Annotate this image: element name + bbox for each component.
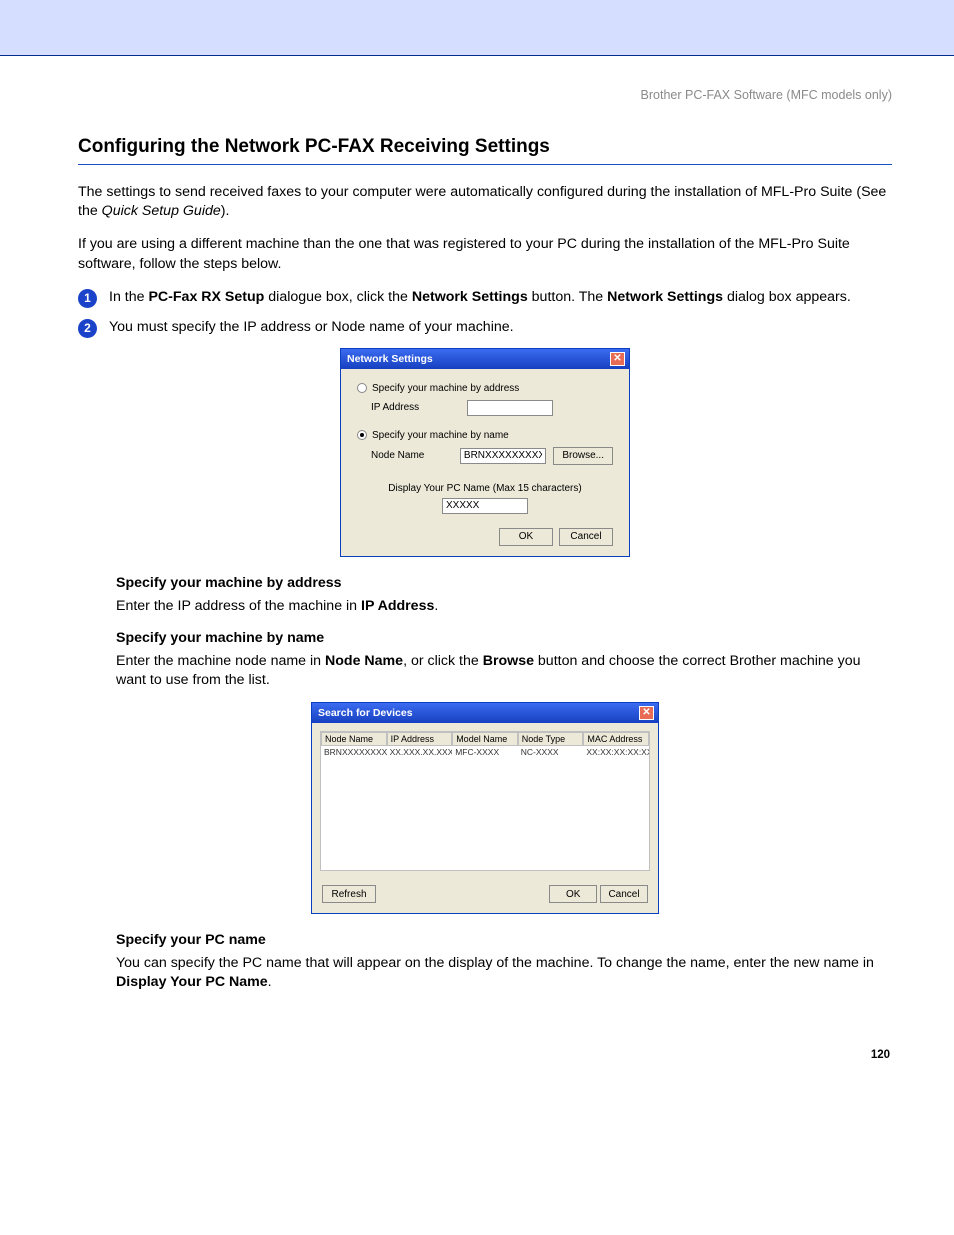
step1-t1: In the — [109, 289, 148, 305]
step-1-bullet: 1 — [78, 289, 97, 308]
ip-address-input[interactable] — [467, 400, 553, 416]
sec-addr-p2: . — [434, 598, 438, 614]
ip-address-label: IP Address — [371, 402, 467, 413]
radio-by-name-label: Specify your machine by name — [372, 430, 509, 441]
step1-b3: Network Settings — [607, 289, 723, 305]
col-model-name[interactable]: Model Name — [452, 732, 518, 746]
step-1-text: In the PC-Fax RX Setup dialogue box, cli… — [109, 288, 892, 307]
title-rule — [78, 164, 892, 165]
devices-list[interactable]: Node Name IP Address Model Name Node Typ… — [320, 731, 650, 871]
step-2-text: You must specify the IP address or Node … — [109, 318, 892, 337]
cancel-button[interactable]: Cancel — [600, 885, 648, 903]
close-icon[interactable]: ✕ — [639, 706, 654, 720]
dialog2-titlebar: Search for Devices ✕ — [312, 703, 658, 723]
node-name-label: Node Name — [371, 450, 460, 461]
radio-icon — [357, 430, 367, 440]
step1-t2: dialogue box, click the — [264, 289, 411, 305]
cancel-button[interactable]: Cancel — [559, 528, 613, 546]
sec-name-p2: , or click the — [403, 653, 483, 669]
cell-mac-address: XX:XX:XX:XX:XX:XX — [583, 746, 649, 758]
sec-name-b2: Browse — [483, 653, 534, 669]
col-ip-address[interactable]: IP Address — [387, 732, 453, 746]
intro1b: Quick Setup Guide — [102, 203, 221, 219]
step-1: 1 In the PC-Fax RX Setup dialogue box, c… — [78, 288, 892, 308]
sec-name-p1: Enter the machine node name in — [116, 653, 325, 669]
dialog-title: Network Settings — [347, 353, 433, 365]
page-number: 120 — [78, 1049, 890, 1061]
sec-addr-b1: IP Address — [361, 598, 434, 614]
step1-b1: PC-Fax RX Setup — [148, 289, 264, 305]
subhead-name: Specify your machine by name — [116, 630, 892, 646]
sec-name-b1: Node Name — [325, 653, 403, 669]
sec-addr-p1: Enter the IP address of the machine in — [116, 598, 361, 614]
ok-button[interactable]: OK — [499, 528, 553, 546]
cell-node-name: BRNXXXXXXXXXXXX — [321, 746, 387, 758]
sec-pcname-p2: . — [268, 974, 272, 990]
subhead-pcname: Specify your PC name — [116, 932, 892, 948]
sec-pcname-p1: You can specify the PC name that will ap… — [116, 955, 874, 971]
ok-button[interactable]: OK — [549, 885, 597, 903]
network-settings-dialog: Network Settings ✕ Specify your machine … — [340, 348, 630, 557]
subbody-pcname: You can specify the PC name that will ap… — [116, 954, 892, 992]
close-icon[interactable]: ✕ — [610, 352, 625, 366]
col-node-name[interactable]: Node Name — [321, 732, 387, 746]
list-row[interactable]: BRNXXXXXXXXXXXX XX.XXX.XX.XXX MFC-XXXX N… — [321, 746, 649, 758]
cell-ip-address: XX.XXX.XX.XXX — [387, 746, 453, 758]
cell-model-name: MFC-XXXX — [452, 746, 518, 758]
step1-b2: Network Settings — [412, 289, 528, 305]
intro-paragraph-1: The settings to send received faxes to y… — [78, 183, 892, 221]
subhead-address: Specify your machine by address — [116, 575, 892, 591]
pc-name-caption: Display Your PC Name (Max 15 characters) — [357, 483, 613, 494]
step1-t3: button. The — [528, 289, 607, 305]
dialog2-title: Search for Devices — [318, 707, 413, 719]
breadcrumb: Brother PC-FAX Software (MFC models only… — [78, 88, 892, 102]
search-devices-dialog: Search for Devices ✕ Node Name IP Addres… — [311, 702, 659, 914]
browse-button[interactable]: Browse... — [553, 447, 613, 465]
list-header: Node Name IP Address Model Name Node Typ… — [321, 732, 649, 746]
dialog-titlebar: Network Settings ✕ — [341, 349, 629, 369]
intro-paragraph-2: If you are using a different machine tha… — [78, 235, 892, 273]
radio-by-address-label: Specify your machine by address — [372, 383, 519, 394]
col-node-type[interactable]: Node Type — [518, 732, 584, 746]
sec-pcname-b1: Display Your PC Name — [116, 974, 268, 990]
pc-name-input[interactable] — [442, 498, 528, 514]
node-name-input[interactable] — [460, 448, 546, 464]
cell-node-type: NC-XXXX — [518, 746, 584, 758]
radio-by-address[interactable]: Specify your machine by address — [357, 383, 613, 394]
section-title: Configuring the Network PC-FAX Receiving… — [78, 136, 892, 158]
step-2: 2 You must specify the IP address or Nod… — [78, 318, 892, 338]
subbody-name: Enter the machine node name in Node Name… — [116, 652, 892, 690]
radio-by-name[interactable]: Specify your machine by name — [357, 430, 613, 441]
radio-icon — [357, 383, 367, 393]
refresh-button[interactable]: Refresh — [322, 885, 376, 903]
step-2-bullet: 2 — [78, 319, 97, 338]
intro1c: ). — [221, 203, 230, 219]
step1-t4: dialog box appears. — [723, 289, 851, 305]
top-band — [0, 0, 954, 56]
subbody-address: Enter the IP address of the machine in I… — [116, 597, 892, 616]
list-empty-space — [321, 758, 649, 870]
col-mac-address[interactable]: MAC Address — [583, 732, 649, 746]
